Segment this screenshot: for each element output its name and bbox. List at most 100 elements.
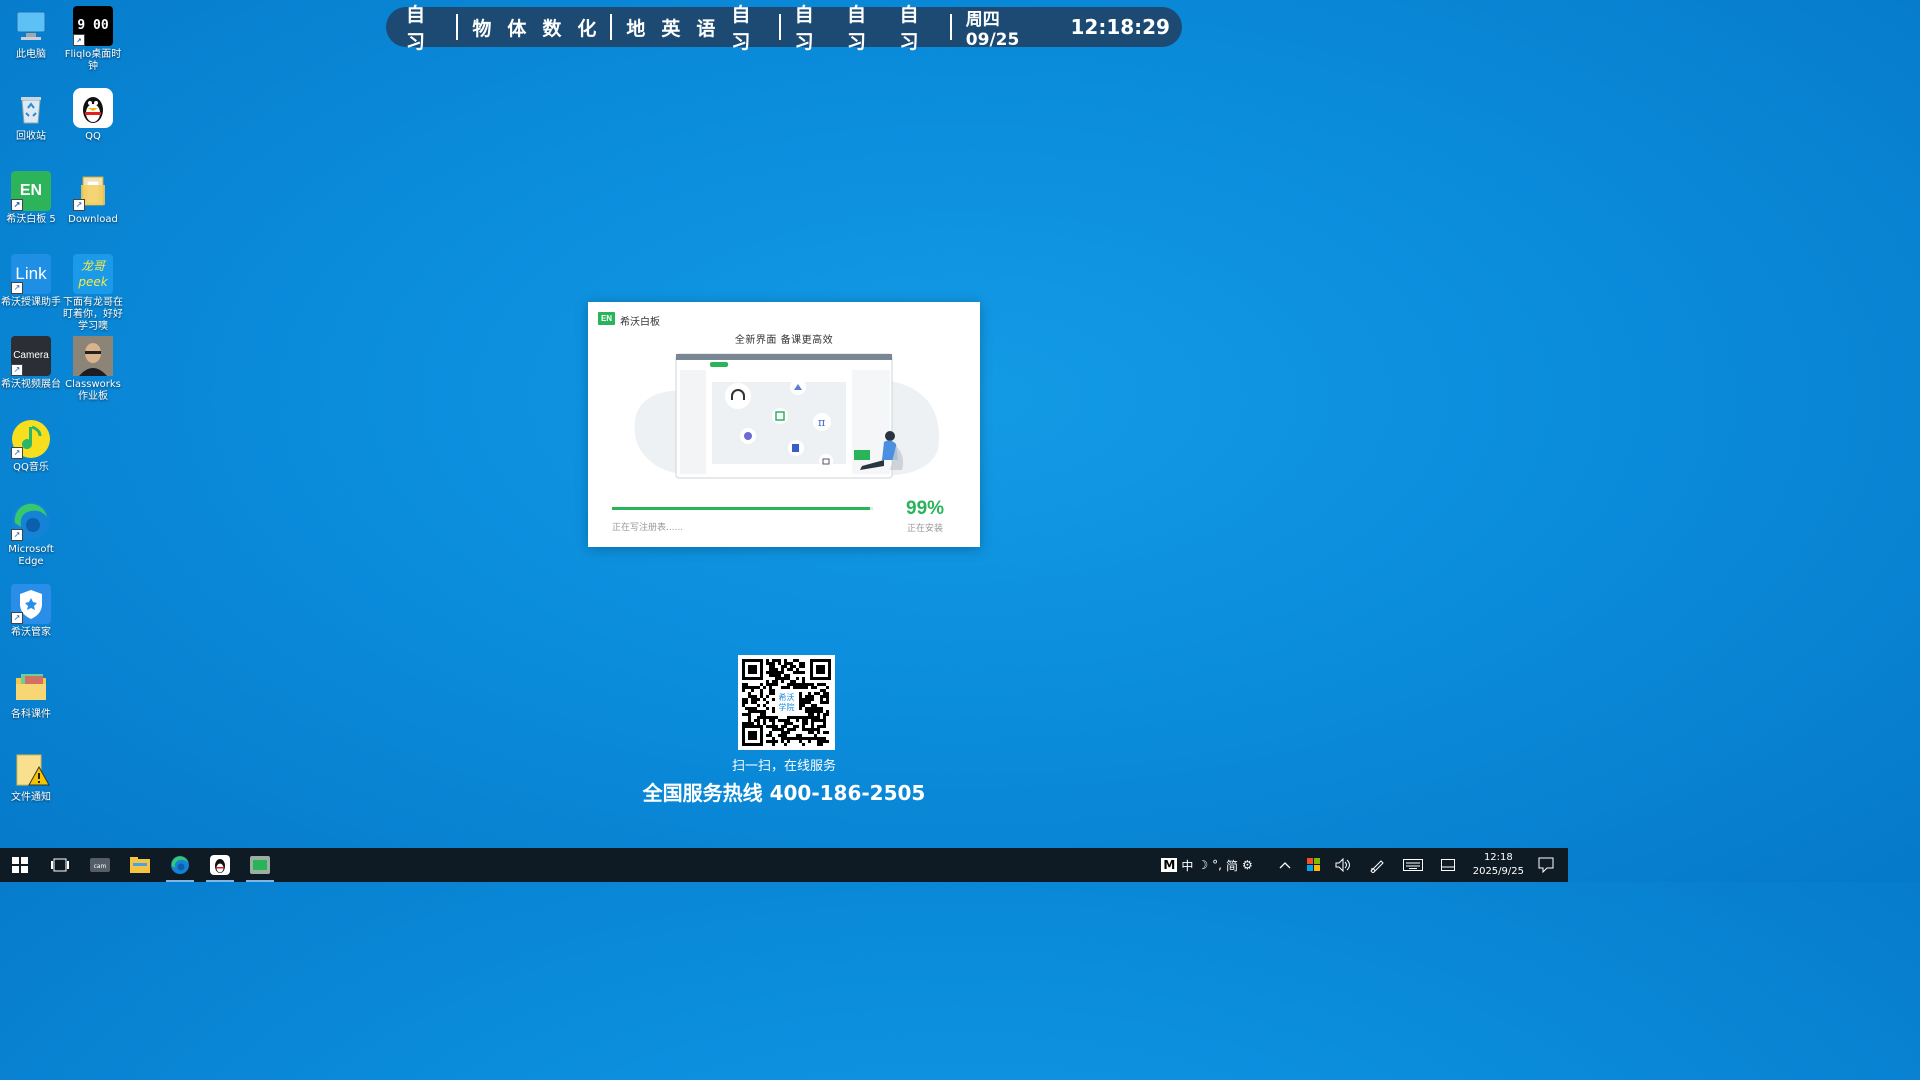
- qr-module: [790, 728, 793, 731]
- volume-button[interactable]: [1335, 858, 1351, 872]
- qr-module: [742, 722, 745, 725]
- qr-module: [799, 704, 802, 707]
- qr-module: [751, 689, 754, 692]
- desktop-icon-recycle-bin[interactable]: 回收站: [0, 82, 62, 143]
- taskbar-camera-app[interactable]: cam: [80, 848, 120, 882]
- qr-module: [760, 695, 763, 698]
- touch-keyboard-button[interactable]: [1402, 859, 1423, 871]
- installer-window[interactable]: EN 希沃白板 全新界面 备课更高效 π 正在写注册表...... 99% 正在…: [588, 302, 980, 547]
- desktop-icon-camera[interactable]: Camera ↗ 希沃视频展台: [0, 330, 62, 391]
- desktop-icon-fliqlo[interactable]: 9 00 ↗ Fliqlo桌面时钟: [62, 0, 124, 73]
- taskbar-easinote-installer[interactable]: [240, 848, 280, 882]
- qr-module: [814, 719, 817, 722]
- windows-security-icon: [1306, 858, 1320, 871]
- desktop-icon-seewo-link[interactable]: Link ↗ 希沃授课助手: [0, 248, 62, 309]
- qr-module: [766, 662, 769, 665]
- qr-module: [817, 707, 820, 710]
- desktop-icon-label: 下面有龙哥在盯着你，好好学习噢: [63, 297, 123, 332]
- qr-module: [763, 722, 766, 725]
- qr-module: [784, 686, 787, 689]
- qr-module: [808, 740, 811, 743]
- qr-module: [799, 740, 802, 743]
- qr-module: [811, 704, 814, 707]
- qr-module: [793, 716, 796, 719]
- desktop-icon-this-pc[interactable]: 此电脑: [0, 0, 62, 61]
- qr-module: [763, 716, 766, 719]
- desktop-icon-seewo-guard[interactable]: ↗ 希沃管家: [0, 578, 62, 639]
- desktop-icon-edge[interactable]: ↗ Microsoft Edge: [0, 495, 62, 568]
- qr-module: [781, 737, 784, 740]
- qr-module: [772, 716, 775, 719]
- qr-module: [820, 683, 823, 686]
- desktop-icon-qq-music[interactable]: ↗ QQ音乐: [0, 413, 62, 474]
- desktop-icon-easinote[interactable]: EN ↗ 希沃白板 5: [0, 165, 62, 226]
- pen-workspace-button[interactable]: [1369, 857, 1385, 873]
- qr-module: [799, 662, 802, 665]
- qr-module: [775, 683, 778, 686]
- qr-module: [790, 737, 793, 740]
- qr-module: [757, 710, 760, 713]
- qr-module: [796, 719, 799, 722]
- taskbar-qq[interactable]: [200, 848, 240, 882]
- qr-module: [790, 662, 793, 665]
- show-hidden-icons-button[interactable]: [1279, 861, 1291, 869]
- qr-module: [784, 665, 787, 668]
- desktop-icon-grid: 此电脑 9 00 ↗ Fliqlo桌面时钟 回收站 QQ EN ↗ 希沃白板 5…: [0, 0, 130, 840]
- tray-security-icon-button[interactable]: [1306, 858, 1321, 872]
- taskbar-edge[interactable]: [160, 848, 200, 882]
- qr-module: [766, 683, 769, 686]
- qr-module: [769, 719, 772, 722]
- qr-module: [796, 734, 799, 737]
- qr-module: [799, 716, 802, 719]
- desktop-icon-courseware[interactable]: 各科课件: [0, 660, 62, 721]
- qr-module: [775, 725, 778, 728]
- qr-module: [772, 725, 775, 728]
- qr-module: [742, 698, 745, 701]
- qr-module: [826, 695, 829, 698]
- qr-module: [802, 683, 805, 686]
- clock-date: 2025/9/25: [1472, 866, 1524, 877]
- qr-module: [814, 704, 817, 707]
- qr-module: [763, 710, 766, 713]
- qr-module: [781, 665, 784, 668]
- task-view-button[interactable]: [40, 848, 80, 882]
- windows-start-button[interactable]: [0, 848, 40, 882]
- qr-module: [772, 740, 775, 743]
- qr-module: [772, 662, 775, 665]
- desktop-icon-download[interactable]: ↗ Download: [62, 165, 124, 226]
- qr-module: [745, 701, 748, 704]
- peek-image-icon: 龙哥 peek: [73, 254, 113, 294]
- action-center-button[interactable]: [1538, 857, 1554, 873]
- qr-module: [766, 671, 769, 674]
- desktop-icon-classworks[interactable]: Classworks作业板: [62, 330, 124, 403]
- qr-module: [802, 671, 805, 674]
- qr-module: [799, 692, 802, 695]
- qr-module: [754, 695, 757, 698]
- qr-module: [760, 692, 763, 695]
- taskbar-clock[interactable]: 12:18 2025/9/25: [1473, 851, 1524, 879]
- qr-module: [745, 698, 748, 701]
- tablet-mode-button[interactable]: [1440, 859, 1455, 871]
- qr-module: [799, 701, 802, 704]
- qr-module: [781, 677, 784, 680]
- qr-module: [781, 731, 784, 734]
- taskbar-file-explorer[interactable]: [120, 848, 160, 882]
- qr-module: [802, 704, 805, 707]
- qr-module: [751, 701, 754, 704]
- qr-module: [772, 719, 775, 722]
- qr-module: [808, 683, 811, 686]
- qr-module: [778, 662, 781, 665]
- camera-app-icon: cam: [90, 858, 110, 872]
- desktop-icon-qq[interactable]: QQ: [62, 82, 124, 143]
- ime-indicator[interactable]: M 中 ☽ °, 简 ⚙: [1161, 857, 1253, 874]
- qr-module: [793, 683, 796, 686]
- qr-module: [790, 665, 793, 668]
- seewo-link-icon: Link ↗: [11, 254, 51, 294]
- qr-module: [742, 686, 745, 689]
- qr-module: [787, 677, 790, 680]
- qr-module: [823, 719, 826, 722]
- qr-module: [799, 695, 802, 698]
- qr-module: [778, 674, 781, 677]
- qr-module: [823, 731, 826, 734]
- desktop-icon-peek[interactable]: 龙哥 peek 下面有龙哥在盯着你，好好学习噢: [62, 248, 124, 333]
